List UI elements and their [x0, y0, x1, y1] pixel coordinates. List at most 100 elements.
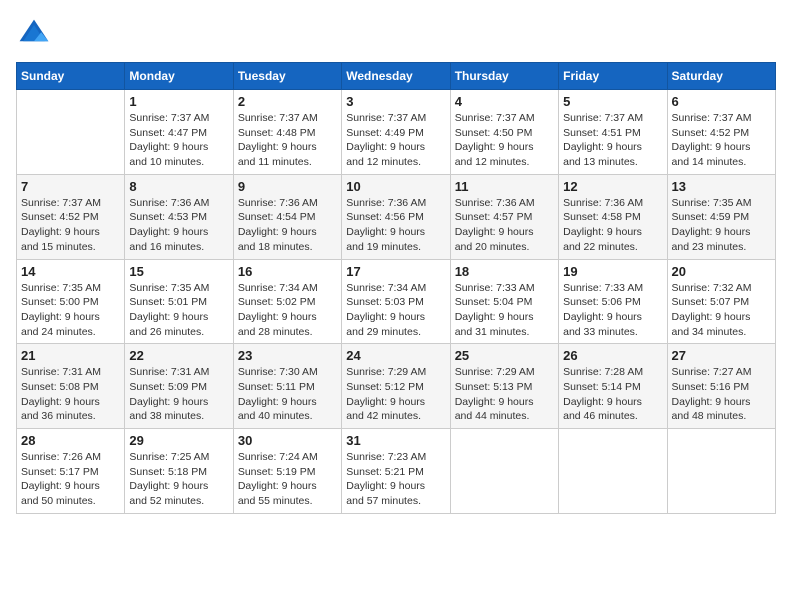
day-info: Sunrise: 7:33 AM Sunset: 5:06 PM Dayligh… — [563, 281, 662, 340]
calendar-cell — [450, 429, 558, 514]
day-info: Sunrise: 7:37 AM Sunset: 4:48 PM Dayligh… — [238, 111, 337, 170]
calendar-table: SundayMondayTuesdayWednesdayThursdayFrid… — [16, 62, 776, 514]
calendar-cell: 25Sunrise: 7:29 AM Sunset: 5:13 PM Dayli… — [450, 344, 558, 429]
day-number: 17 — [346, 264, 445, 279]
calendar-cell: 22 Sunrise: 7:31 AM Sunset: 5:09 PM Dayli… — [125, 344, 233, 429]
calendar-cell: 12 Sunrise: 7:36 AM Sunset: 4:58 PM Dayli… — [559, 174, 667, 259]
day-number: 30 — [238, 433, 337, 448]
day-number: 2 — [238, 94, 337, 109]
day-info: Sunrise: 7:30 AM Sunset: 5:11 PM Dayligh… — [238, 365, 337, 424]
day-info: Sunrise: 7:32 AM Sunset: 5:07 PM Dayligh… — [672, 281, 771, 340]
day-info: Sunrise: 7:36 AM Sunset: 4:53 PM Dayligh… — [129, 196, 228, 255]
calendar-cell — [17, 90, 125, 175]
week-row-1: 1 Sunrise: 7:37 AM Sunset: 4:47 PM Daylig… — [17, 90, 776, 175]
day-info: Sunrise: 7:36 AM Sunset: 4:58 PM Dayligh… — [563, 196, 662, 255]
day-number: 11 — [455, 179, 554, 194]
calendar-cell: 30Sunrise: 7:24 AM Sunset: 5:19 PM Dayli… — [233, 429, 341, 514]
calendar-cell: 27Sunrise: 7:27 AM Sunset: 5:16 PM Dayli… — [667, 344, 775, 429]
calendar-cell: 31 Sunrise: 7:23 AM Sunset: 5:21 PM Dayli… — [342, 429, 450, 514]
calendar-cell: 24Sunrise: 7:29 AM Sunset: 5:12 PM Dayli… — [342, 344, 450, 429]
day-number: 23 — [238, 348, 337, 363]
day-info: Sunrise: 7:34 AM Sunset: 5:02 PM Dayligh… — [238, 281, 337, 340]
day-info: Sunrise: 7:36 AM Sunset: 4:57 PM Dayligh… — [455, 196, 554, 255]
calendar-cell: 26 Sunrise: 7:28 AM Sunset: 5:14 PM Dayli… — [559, 344, 667, 429]
calendar-cell: 15 Sunrise: 7:35 AM Sunset: 5:01 PM Dayli… — [125, 259, 233, 344]
weekday-header-thursday: Thursday — [450, 63, 558, 90]
day-number: 20 — [672, 264, 771, 279]
day-info: Sunrise: 7:31 AM Sunset: 5:08 PM Dayligh… — [21, 365, 120, 424]
day-info: Sunrise: 7:37 AM Sunset: 4:52 PM Dayligh… — [672, 111, 771, 170]
calendar-cell: 21 Sunrise: 7:31 AM Sunset: 5:08 PM Dayli… — [17, 344, 125, 429]
day-number: 24 — [346, 348, 445, 363]
day-number: 13 — [672, 179, 771, 194]
weekday-header-monday: Monday — [125, 63, 233, 90]
day-number: 7 — [21, 179, 120, 194]
day-info: Sunrise: 7:35 AM Sunset: 5:01 PM Dayligh… — [129, 281, 228, 340]
calendar-cell: 16 Sunrise: 7:34 AM Sunset: 5:02 PM Dayli… — [233, 259, 341, 344]
calendar-cell — [667, 429, 775, 514]
day-info: Sunrise: 7:31 AM Sunset: 5:09 PM Dayligh… — [129, 365, 228, 424]
day-number: 14 — [21, 264, 120, 279]
calendar-cell: 10 Sunrise: 7:36 AM Sunset: 4:56 PM Dayli… — [342, 174, 450, 259]
day-number: 9 — [238, 179, 337, 194]
day-info: Sunrise: 7:37 AM Sunset: 4:50 PM Dayligh… — [455, 111, 554, 170]
calendar-cell: 6 Sunrise: 7:37 AM Sunset: 4:52 PM Daylig… — [667, 90, 775, 175]
day-number: 1 — [129, 94, 228, 109]
day-info: Sunrise: 7:34 AM Sunset: 5:03 PM Dayligh… — [346, 281, 445, 340]
day-number: 8 — [129, 179, 228, 194]
logo — [16, 16, 56, 52]
day-info: Sunrise: 7:36 AM Sunset: 4:54 PM Dayligh… — [238, 196, 337, 255]
calendar-cell: 7 Sunrise: 7:37 AM Sunset: 4:52 PM Daylig… — [17, 174, 125, 259]
day-number: 21 — [21, 348, 120, 363]
weekday-header-wednesday: Wednesday — [342, 63, 450, 90]
calendar-cell: 18 Sunrise: 7:33 AM Sunset: 5:04 PM Dayli… — [450, 259, 558, 344]
calendar-cell: 29 Sunrise: 7:25 AM Sunset: 5:18 PM Dayli… — [125, 429, 233, 514]
day-info: Sunrise: 7:25 AM Sunset: 5:18 PM Dayligh… — [129, 450, 228, 509]
day-info: Sunrise: 7:35 AM Sunset: 5:00 PM Dayligh… — [21, 281, 120, 340]
day-number: 5 — [563, 94, 662, 109]
calendar-cell: 19 Sunrise: 7:33 AM Sunset: 5:06 PM Dayli… — [559, 259, 667, 344]
day-info: Sunrise: 7:37 AM Sunset: 4:47 PM Dayligh… — [129, 111, 228, 170]
week-row-2: 7 Sunrise: 7:37 AM Sunset: 4:52 PM Daylig… — [17, 174, 776, 259]
day-number: 26 — [563, 348, 662, 363]
day-number: 22 — [129, 348, 228, 363]
day-number: 19 — [563, 264, 662, 279]
calendar-cell: 2 Sunrise: 7:37 AM Sunset: 4:48 PM Daylig… — [233, 90, 341, 175]
day-info: Sunrise: 7:28 AM Sunset: 5:14 PM Dayligh… — [563, 365, 662, 424]
day-number: 15 — [129, 264, 228, 279]
day-number: 12 — [563, 179, 662, 194]
weekday-header-saturday: Saturday — [667, 63, 775, 90]
day-number: 28 — [21, 433, 120, 448]
day-number: 4 — [455, 94, 554, 109]
day-number: 10 — [346, 179, 445, 194]
day-number: 3 — [346, 94, 445, 109]
calendar-cell: 28 Sunrise: 7:26 AM Sunset: 5:17 PM Dayli… — [17, 429, 125, 514]
page-header — [16, 16, 776, 52]
day-info: Sunrise: 7:23 AM Sunset: 5:21 PM Dayligh… — [346, 450, 445, 509]
day-number: 31 — [346, 433, 445, 448]
calendar-cell: 17 Sunrise: 7:34 AM Sunset: 5:03 PM Dayli… — [342, 259, 450, 344]
weekday-header-row: SundayMondayTuesdayWednesdayThursdayFrid… — [17, 63, 776, 90]
calendar-cell: 5Sunrise: 7:37 AM Sunset: 4:51 PM Daylig… — [559, 90, 667, 175]
calendar-cell: 3 Sunrise: 7:37 AM Sunset: 4:49 PM Daylig… — [342, 90, 450, 175]
day-info: Sunrise: 7:37 AM Sunset: 4:52 PM Dayligh… — [21, 196, 120, 255]
day-number: 29 — [129, 433, 228, 448]
day-info: Sunrise: 7:35 AM Sunset: 4:59 PM Dayligh… — [672, 196, 771, 255]
calendar-cell: 8 Sunrise: 7:36 AM Sunset: 4:53 PM Daylig… — [125, 174, 233, 259]
week-row-5: 28 Sunrise: 7:26 AM Sunset: 5:17 PM Dayli… — [17, 429, 776, 514]
day-info: Sunrise: 7:37 AM Sunset: 4:49 PM Dayligh… — [346, 111, 445, 170]
day-info: Sunrise: 7:26 AM Sunset: 5:17 PM Dayligh… — [21, 450, 120, 509]
day-number: 16 — [238, 264, 337, 279]
day-info: Sunrise: 7:33 AM Sunset: 5:04 PM Dayligh… — [455, 281, 554, 340]
calendar-cell: 23 Sunrise: 7:30 AM Sunset: 5:11 PM Dayli… — [233, 344, 341, 429]
weekday-header-friday: Friday — [559, 63, 667, 90]
calendar-cell: 1 Sunrise: 7:37 AM Sunset: 4:47 PM Daylig… — [125, 90, 233, 175]
calendar-cell: 14 Sunrise: 7:35 AM Sunset: 5:00 PM Dayli… — [17, 259, 125, 344]
day-number: 25 — [455, 348, 554, 363]
day-info: Sunrise: 7:36 AM Sunset: 4:56 PM Dayligh… — [346, 196, 445, 255]
day-number: 18 — [455, 264, 554, 279]
week-row-4: 21 Sunrise: 7:31 AM Sunset: 5:08 PM Dayli… — [17, 344, 776, 429]
calendar-cell: 20 Sunrise: 7:32 AM Sunset: 5:07 PM Dayli… — [667, 259, 775, 344]
day-number: 6 — [672, 94, 771, 109]
week-row-3: 14 Sunrise: 7:35 AM Sunset: 5:00 PM Dayli… — [17, 259, 776, 344]
